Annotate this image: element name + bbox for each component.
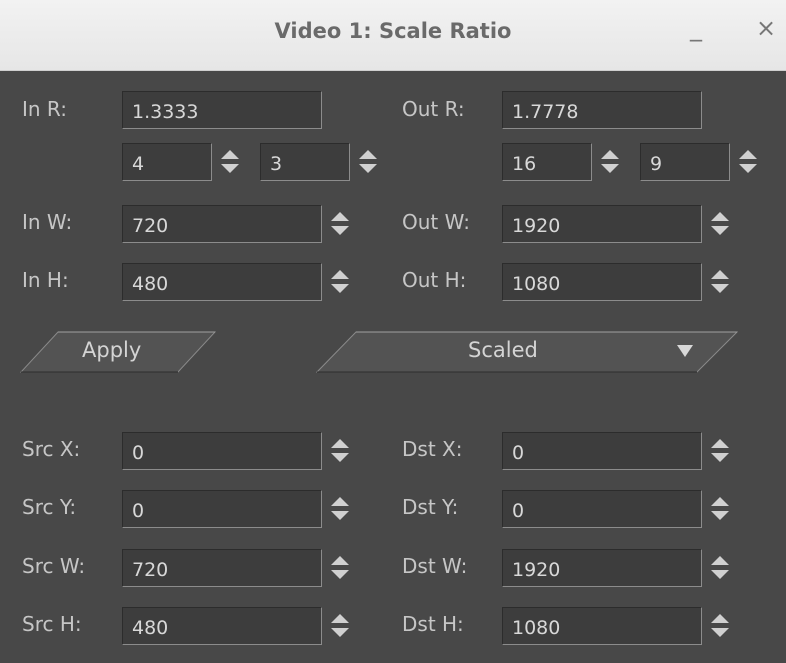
dst-y-field[interactable]: 0 <box>502 490 702 528</box>
src-y-field[interactable]: 0 <box>122 490 322 528</box>
out-r-field[interactable]: 1.7778 <box>502 91 702 129</box>
in-w-label: In W: <box>22 210 73 234</box>
in-r-label: In R: <box>22 97 67 121</box>
out-r-label: Out R: <box>402 97 465 121</box>
src-h-spinner-icon[interactable] <box>330 611 350 641</box>
dst-x-field[interactable]: 0 <box>502 432 702 470</box>
in-h-label: In H: <box>22 268 69 292</box>
out-w-label: Out W: <box>402 210 470 234</box>
dst-h-label: Dst H: <box>402 612 464 636</box>
dst-x-label: Dst X: <box>402 437 463 461</box>
out-r-numerator-field[interactable]: 16 <box>502 143 592 181</box>
in-r-numerator-spinner-icon[interactable] <box>220 147 240 177</box>
chevron-down-icon <box>677 345 693 357</box>
src-x-label: Src X: <box>22 437 81 461</box>
src-h-field[interactable]: 480 <box>122 607 322 645</box>
close-button[interactable]: × <box>756 14 776 42</box>
in-h-spinner-icon[interactable] <box>330 267 350 297</box>
scale-mode-value: Scaled <box>468 338 538 362</box>
window-title: Video 1: Scale Ratio <box>274 19 512 43</box>
dst-w-label: Dst W: <box>402 554 468 578</box>
dst-x-spinner-icon[interactable] <box>710 436 730 466</box>
in-h-field[interactable]: 480 <box>122 263 322 301</box>
in-r-denominator-field[interactable]: 3 <box>260 143 350 181</box>
out-r-numerator-spinner-icon[interactable] <box>600 147 620 177</box>
src-h-label: Src H: <box>22 612 82 636</box>
scale-ratio-panel: In R: 1.3333 Out R: 1.7778 4 3 16 9 In W… <box>0 71 786 663</box>
src-x-spinner-icon[interactable] <box>330 436 350 466</box>
src-y-label: Src Y: <box>22 495 77 519</box>
dst-h-field[interactable]: 1080 <box>502 607 702 645</box>
out-h-field[interactable]: 1080 <box>502 263 702 301</box>
out-w-spinner-icon[interactable] <box>710 209 730 239</box>
out-r-denominator-spinner-icon[interactable] <box>738 147 758 177</box>
out-h-label: Out H: <box>402 268 467 292</box>
in-r-field[interactable]: 1.3333 <box>122 91 322 129</box>
src-x-field[interactable]: 0 <box>122 432 322 470</box>
dst-w-field[interactable]: 1920 <box>502 549 702 587</box>
apply-button[interactable]: Apply <box>20 331 216 373</box>
src-w-spinner-icon[interactable] <box>330 553 350 583</box>
in-w-spinner-icon[interactable] <box>330 209 350 239</box>
scale-mode-dropdown[interactable]: Scaled <box>316 331 738 373</box>
title-bar: Video 1: Scale Ratio _ × <box>0 0 786 71</box>
src-w-label: Src W: <box>22 554 86 578</box>
in-w-field[interactable]: 720 <box>122 205 322 243</box>
src-y-spinner-icon[interactable] <box>330 494 350 524</box>
out-r-denominator-field[interactable]: 9 <box>640 143 730 181</box>
dst-y-spinner-icon[interactable] <box>710 494 730 524</box>
dst-w-spinner-icon[interactable] <box>710 553 730 583</box>
dst-y-label: Dst Y: <box>402 495 459 519</box>
minimize-button[interactable]: _ <box>690 14 702 42</box>
out-h-spinner-icon[interactable] <box>710 267 730 297</box>
out-w-field[interactable]: 1920 <box>502 205 702 243</box>
dst-h-spinner-icon[interactable] <box>710 611 730 641</box>
in-r-denominator-spinner-icon[interactable] <box>358 147 378 177</box>
src-w-field[interactable]: 720 <box>122 549 322 587</box>
in-r-numerator-field[interactable]: 4 <box>122 143 212 181</box>
